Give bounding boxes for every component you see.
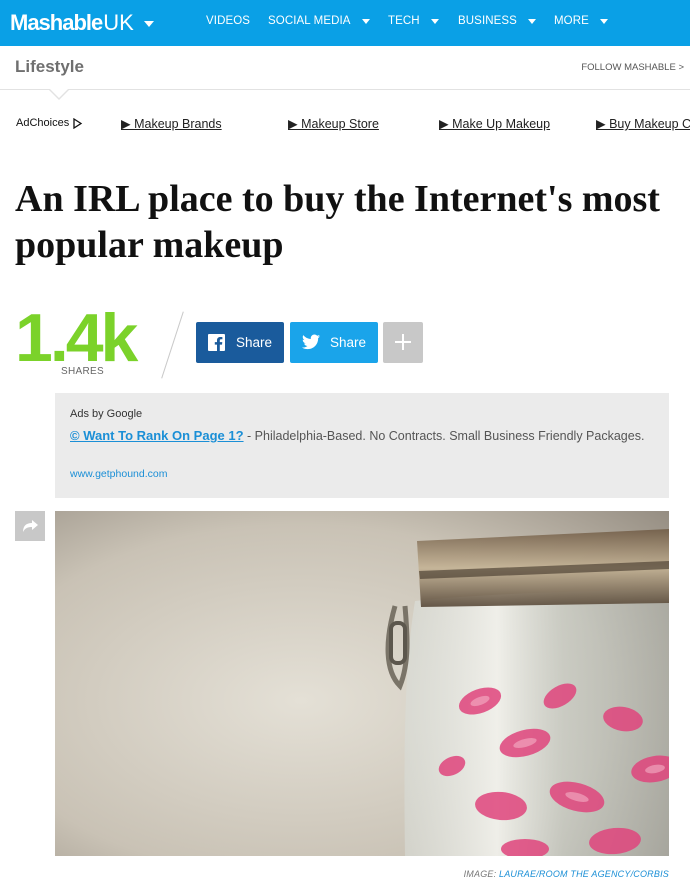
ad-url-link[interactable]: www.getphound.com bbox=[70, 468, 167, 480]
ad-body: © Want To Rank On Page 1? - Philadelphia… bbox=[70, 426, 655, 446]
edition-chevron-down-icon[interactable] bbox=[143, 21, 154, 27]
divider bbox=[161, 311, 184, 379]
nav-item-label: VIDEOS bbox=[206, 15, 251, 27]
share-arrow-icon bbox=[23, 520, 38, 532]
jar-of-kisses-image bbox=[55, 511, 669, 856]
twitter-share-button[interactable]: Share bbox=[290, 322, 378, 363]
nav-item-label: BUSINESS bbox=[458, 15, 517, 27]
twitter-share-label: Share bbox=[330, 335, 367, 350]
adchoices-link[interactable]: AdChoices bbox=[16, 117, 83, 129]
share-count: 1.4k bbox=[15, 300, 138, 376]
image-credit-prefix: IMAGE: bbox=[463, 869, 499, 879]
nav-item-videos[interactable]: VIDEOS bbox=[206, 15, 250, 27]
image-share-button[interactable] bbox=[15, 511, 45, 541]
channel-title[interactable]: Lifestyle bbox=[15, 57, 84, 77]
nav-item-social-media[interactable]: SOCIAL MEDIA bbox=[268, 15, 370, 27]
twitter-icon bbox=[302, 334, 320, 350]
ad-link-make-up-makeup[interactable]: ▶ Make Up Makeup bbox=[439, 116, 550, 131]
nav-item-label: MORE bbox=[554, 15, 589, 27]
top-nav-bar: Mashable UK VIDEOS SOCIAL MEDIA TECH BUS… bbox=[0, 0, 690, 46]
facebook-share-button[interactable]: Share bbox=[196, 322, 284, 363]
more-share-options-button[interactable] bbox=[383, 322, 423, 363]
ad-description: - Philadelphia-Based. No Contracts. Smal… bbox=[243, 429, 645, 443]
facebook-icon bbox=[208, 334, 225, 351]
adchoices-label: AdChoices bbox=[16, 117, 70, 129]
caret-down-icon bbox=[361, 18, 370, 24]
article-headline: An IRL place to buy the Internet's most … bbox=[15, 178, 660, 266]
ad-link-makeup-store[interactable]: ▶ Makeup Store bbox=[288, 116, 379, 131]
ads-by-google-label: Ads by Google bbox=[70, 408, 143, 420]
image-credit-link[interactable]: LAURAE/ROOM THE AGENCY/CORBIS bbox=[499, 869, 669, 879]
adchoices-icon bbox=[73, 117, 83, 129]
nav-item-more[interactable]: MORE bbox=[554, 15, 608, 27]
caret-down-icon bbox=[527, 18, 536, 24]
logo-region: UK bbox=[103, 10, 134, 35]
google-ad-box: Ads by Google © Want To Rank On Page 1? … bbox=[55, 393, 669, 498]
mashable-logo[interactable]: Mashable UK bbox=[10, 9, 154, 37]
nav-item-label: SOCIAL MEDIA bbox=[268, 15, 351, 27]
caret-down-icon bbox=[430, 18, 439, 24]
facebook-share-label: Share bbox=[236, 335, 273, 350]
channel-header: Lifestyle FOLLOW MASHABLE > bbox=[0, 46, 690, 90]
article-hero-image bbox=[55, 511, 669, 856]
ad-link-buy-makeup[interactable]: ▶ Buy Makeup C bbox=[596, 116, 690, 131]
nav-item-tech[interactable]: TECH bbox=[388, 15, 439, 27]
shares-label: SHARES bbox=[61, 366, 104, 377]
logo-brand: Mashable bbox=[10, 10, 103, 35]
caret-down-icon bbox=[599, 18, 608, 24]
nav-item-business[interactable]: BUSINESS bbox=[458, 15, 536, 27]
follow-mashable-link[interactable]: FOLLOW MASHABLE > bbox=[581, 62, 684, 73]
ad-title-link[interactable]: © Want To Rank On Page 1? bbox=[70, 428, 244, 443]
ad-link-makeup-brands[interactable]: ▶ Makeup Brands bbox=[121, 116, 222, 131]
image-credit: IMAGE: LAURAE/ROOM THE AGENCY/CORBIS bbox=[464, 869, 669, 879]
nav-item-label: TECH bbox=[388, 15, 420, 27]
